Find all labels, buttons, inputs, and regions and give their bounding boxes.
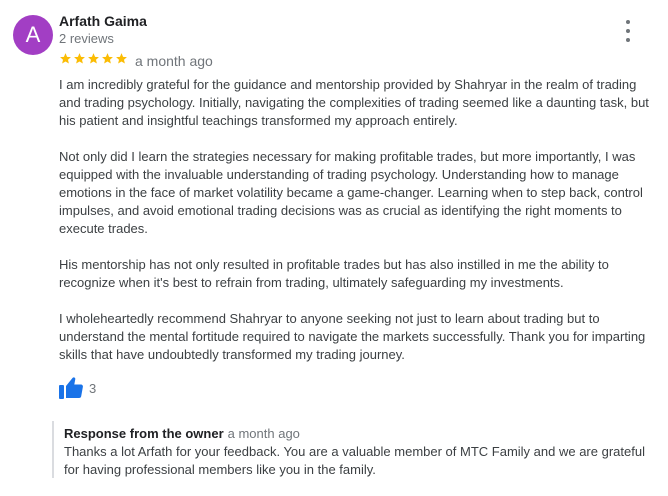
review-paragraph: His mentorship has not only resulted in …: [59, 257, 609, 290]
author-name[interactable]: Arfath Gaima: [59, 13, 147, 29]
star-icon: [102, 53, 113, 64]
author-reviews-count: 2 reviews: [59, 31, 114, 46]
owner-response: Response from the owner a month ago Thank…: [52, 421, 652, 478]
like-count: 3: [89, 380, 97, 396]
review-time: a month ago: [135, 53, 213, 69]
more-options-icon[interactable]: [620, 20, 636, 42]
star-icon: [60, 53, 71, 64]
thumbs-up-icon: [59, 377, 83, 399]
star-rating: [59, 52, 128, 65]
review-paragraph: I am incredibly grateful for the guidanc…: [59, 77, 649, 128]
owner-response-text: Thanks a lot Arfath for your feedback. Y…: [64, 444, 645, 477]
avatar-letter: A: [25, 22, 41, 47]
star-icon: [116, 53, 127, 64]
review-text: I am incredibly grateful for the guidanc…: [59, 76, 655, 382]
review-paragraph: Not only did I learn the strategies nece…: [59, 149, 643, 236]
star-icon: [88, 53, 99, 64]
review-paragraph: I wholeheartedly recommend Shahryar to a…: [59, 311, 646, 362]
like-button[interactable]: 3: [59, 377, 96, 399]
owner-response-time: a month ago: [227, 426, 300, 441]
star-icon: [74, 53, 85, 64]
owner-response-title: Response from the owner: [64, 426, 224, 441]
avatar[interactable]: A: [13, 15, 53, 55]
